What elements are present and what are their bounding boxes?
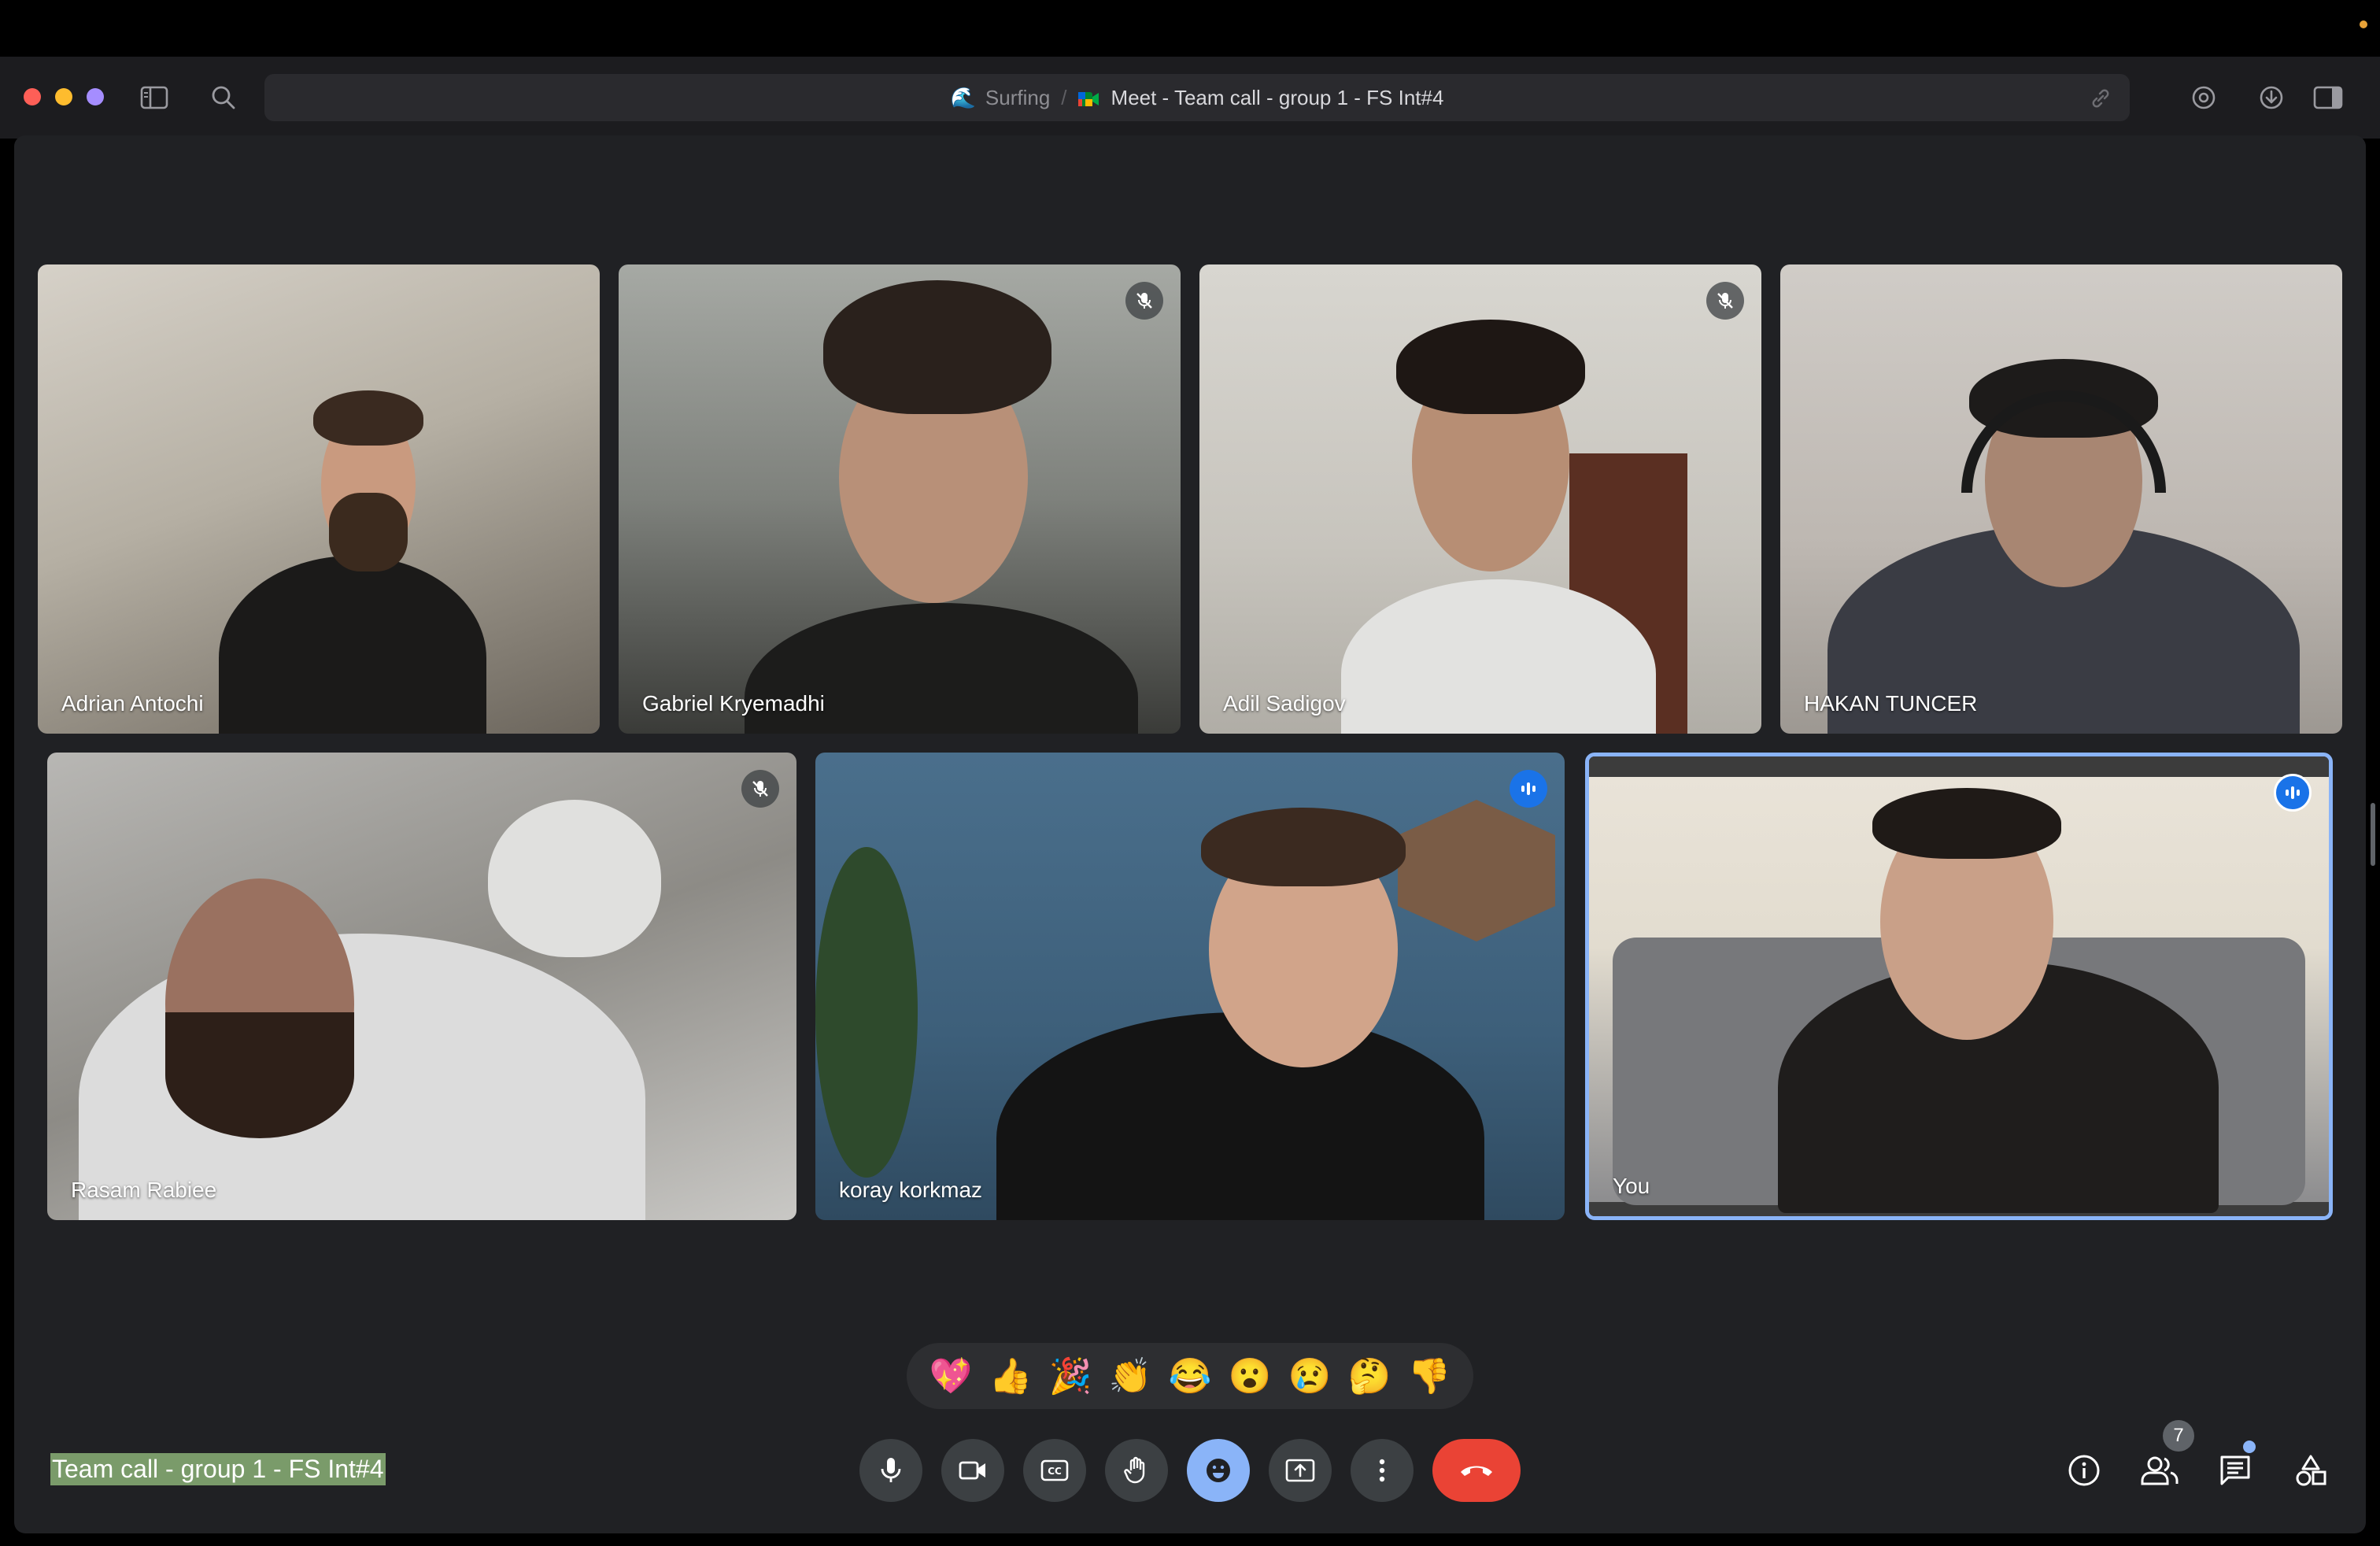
space-emoji: 🌊 — [950, 85, 976, 109]
chat-notification-dot — [2243, 1441, 2256, 1453]
copy-link-icon[interactable] — [2089, 87, 2112, 114]
participant-name: You — [1613, 1174, 1650, 1198]
search-icon[interactable] — [206, 80, 241, 115]
participant-name: HAKAN TUNCER — [1804, 691, 1978, 716]
reaction-party-button[interactable]: 🎉 — [1045, 1351, 1096, 1401]
participant-tile[interactable]: Adrian Antochi — [38, 264, 600, 734]
reaction-clap-button[interactable]: 👏 — [1105, 1351, 1155, 1401]
participant-name: koray korkmaz — [839, 1178, 983, 1202]
microphone-button[interactable] — [859, 1439, 922, 1502]
reaction-sad-button[interactable]: 😢 — [1284, 1351, 1335, 1401]
minimize-window-button[interactable] — [55, 88, 72, 105]
right-sidebar-toggle-icon[interactable] — [2311, 80, 2345, 115]
close-window-button[interactable] — [24, 88, 41, 105]
breadcrumb-separator: / — [1061, 85, 1067, 109]
system-menubar — [0, 0, 2380, 57]
raise-hand-button[interactable] — [1105, 1439, 1168, 1502]
participant-tile[interactable]: Rasam Rabiee — [47, 753, 796, 1220]
participant-tile[interactable]: koray korkmaz — [815, 753, 1565, 1220]
address-bar[interactable]: 🌊 Surfing / Meet - Team call - group 1 -… — [264, 74, 2130, 121]
present-screen-button[interactable] — [1269, 1439, 1332, 1502]
meeting-details-icon[interactable] — [2062, 1448, 2106, 1492]
participant-name: Gabriel Kryemadhi — [642, 691, 825, 716]
reactions-bar: 💖 👍 🎉 👏 😂 😮 😢 🤔 👎 — [907, 1343, 1473, 1409]
space-label: Surfing — [985, 85, 1051, 109]
speaking-indicator-badge — [1510, 770, 1547, 808]
people-icon[interactable] — [2138, 1448, 2182, 1492]
reaction-heart-button[interactable]: 💖 — [926, 1351, 976, 1401]
participant-tile[interactable]: HAKAN TUNCER — [1780, 264, 2342, 734]
extensions-icon[interactable] — [2186, 80, 2221, 115]
scrollbar[interactable] — [2371, 803, 2375, 866]
participant-name: Adil Sadigov — [1223, 691, 1346, 716]
reaction-laugh-button[interactable]: 😂 — [1165, 1351, 1215, 1401]
zoom-window-button[interactable] — [87, 88, 104, 105]
reaction-thumbs-down-button[interactable]: 👎 — [1404, 1351, 1454, 1401]
emoji-reactions-button[interactable] — [1187, 1439, 1250, 1502]
more-options-button[interactable] — [1351, 1439, 1414, 1502]
camera-button[interactable] — [941, 1439, 1004, 1502]
reaction-thumbs-up-button[interactable]: 👍 — [985, 1351, 1036, 1401]
mic-off-badge — [1125, 282, 1163, 320]
reaction-surprised-button[interactable]: 😮 — [1225, 1351, 1275, 1401]
recording-indicator-dot — [2360, 20, 2367, 28]
downloads-icon[interactable] — [2254, 80, 2289, 115]
mic-off-badge — [741, 770, 779, 808]
leave-call-button[interactable] — [1432, 1439, 1521, 1502]
reaction-thinking-button[interactable]: 🤔 — [1344, 1351, 1395, 1401]
mic-off-badge — [1706, 282, 1744, 320]
participant-tile-self[interactable]: You — [1585, 753, 2333, 1220]
participant-tile[interactable]: Adil Sadigov — [1199, 264, 1761, 734]
svg-text:CC: CC — [1048, 1466, 1062, 1477]
chat-icon[interactable] — [2213, 1448, 2257, 1492]
participant-tile[interactable]: Gabriel Kryemadhi — [619, 264, 1181, 734]
captions-button[interactable]: CC — [1023, 1439, 1086, 1502]
participant-name: Adrian Antochi — [61, 691, 204, 716]
sidebar-toggle-icon[interactable] — [137, 80, 172, 115]
speaking-indicator-badge — [2274, 774, 2312, 812]
meet-favicon-icon — [1077, 89, 1099, 106]
tab-title: Meet - Team call - group 1 - FS Int#4 — [1111, 85, 1444, 109]
participant-count-badge: 7 — [2163, 1420, 2194, 1452]
participant-name: Rasam Rabiee — [71, 1178, 217, 1202]
activities-icon[interactable] — [2289, 1448, 2333, 1492]
meeting-title: Team call - group 1 - FS Int#4 — [50, 1453, 386, 1485]
